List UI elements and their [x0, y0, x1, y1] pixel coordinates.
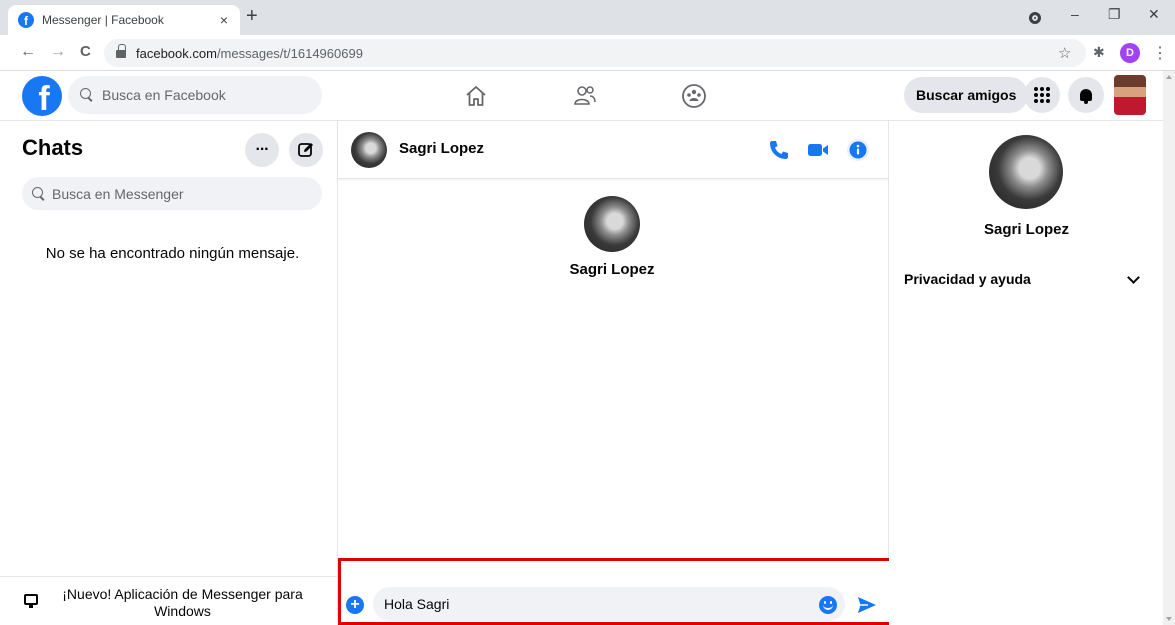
chats-options-button[interactable]: ··· — [245, 133, 279, 167]
facebook-logo-icon[interactable]: f — [22, 76, 62, 116]
home-icon[interactable] — [463, 83, 489, 109]
page-scrollbar[interactable] — [1163, 71, 1175, 625]
new-tab-button[interactable]: + — [246, 6, 258, 26]
contact-info-name: Sagri Lopez — [983, 221, 1069, 238]
plus-icon[interactable]: + — [346, 596, 364, 614]
menu-grid-icon — [1034, 87, 1050, 103]
facebook-favicon-icon: f — [18, 12, 34, 28]
message-input[interactable] — [373, 587, 845, 621]
chrome-media-icon[interactable] — [1029, 12, 1041, 24]
messenger-search-input[interactable]: Busca en Messenger — [22, 177, 322, 210]
url-input[interactable]: facebook.com/messages/t/1614960699 — [104, 39, 1086, 67]
messenger-app-promo[interactable]: ¡Nuevo! Aplicación de Messenger para Win… — [0, 576, 338, 625]
browser-tab-bar: f Messenger | Facebook × + – ❐ ✕ — [0, 0, 1175, 35]
phone-icon[interactable] — [767, 138, 791, 162]
contact-name[interactable]: Sagri Lopez — [399, 140, 484, 157]
tab-close-icon[interactable]: × — [216, 12, 232, 28]
bookmark-star-icon[interactable]: ☆ — [1058, 44, 1071, 62]
chrome-profile-avatar[interactable]: D — [1120, 43, 1140, 63]
notifications-button[interactable] — [1068, 77, 1104, 113]
chats-title: Chats — [22, 135, 84, 160]
contact-avatar[interactable] — [351, 132, 387, 168]
groups-icon[interactable] — [681, 83, 707, 109]
chevron-down-icon[interactable] — [1127, 271, 1140, 284]
lock-icon[interactable] — [116, 44, 126, 58]
new-message-button[interactable] — [289, 133, 323, 167]
conversation-panel: Sagri Lopez Sagri Lopez + — [338, 121, 900, 625]
contact-hero-avatar[interactable] — [584, 196, 640, 252]
video-call-icon[interactable] — [806, 138, 830, 162]
restore-icon[interactable]: ❐ — [1108, 6, 1121, 23]
menu-button[interactable] — [1024, 77, 1060, 113]
browser-address-bar: ← → C facebook.com/messages/t/1614960699… — [0, 35, 1175, 71]
send-icon[interactable] — [856, 594, 878, 616]
facebook-top-bar: f Busca en Facebook Buscar amigos — [0, 71, 1175, 121]
empty-chats-message: No se ha encontrado ningún mensaje. — [45, 245, 300, 262]
privacy-help-section[interactable]: Privacidad y ayuda — [904, 271, 1154, 291]
bell-icon — [1080, 89, 1092, 104]
user-profile-avatar[interactable] — [1114, 75, 1146, 115]
tab-title: Messenger | Facebook — [42, 13, 164, 27]
extensions-icon[interactable]: ✱ — [1093, 44, 1105, 61]
promo-text: ¡Nuevo! Aplicación de Messenger para Win… — [62, 586, 303, 619]
url-host: facebook.com — [136, 45, 217, 61]
reload-icon[interactable]: C — [80, 43, 91, 60]
info-icon[interactable] — [846, 138, 870, 162]
emoji-icon[interactable] — [819, 596, 837, 614]
conversation-header: Sagri Lopez — [338, 121, 889, 179]
browser-tab[interactable]: f Messenger | Facebook × — [8, 5, 240, 35]
find-friends-button[interactable]: Buscar amigos — [904, 77, 1029, 113]
url-text: facebook.com/messages/t/1614960699 — [136, 46, 363, 61]
chrome-menu-icon[interactable]: ⋮ — [1152, 43, 1168, 63]
search-icon — [32, 186, 46, 201]
facebook-search-placeholder: Busca en Facebook — [102, 87, 226, 103]
back-icon[interactable]: ← — [20, 43, 36, 61]
url-path: /messages/t/1614960699 — [216, 45, 363, 61]
facebook-search-input[interactable]: Busca en Facebook — [68, 76, 322, 114]
chats-sidebar: Chats ··· Busca en Messenger No se ha en… — [0, 121, 338, 625]
compose-icon — [298, 143, 313, 157]
minimize-icon[interactable]: – — [1071, 6, 1079, 22]
desktop-app-icon — [24, 594, 38, 608]
forward-icon[interactable]: → — [50, 43, 66, 61]
search-icon — [80, 88, 94, 102]
friends-icon[interactable] — [572, 83, 598, 109]
message-composer: + — [338, 558, 900, 625]
close-window-icon[interactable]: ✕ — [1148, 6, 1160, 23]
privacy-help-label: Privacidad y ayuda — [904, 271, 1031, 287]
contact-hero-name: Sagri Lopez — [569, 261, 655, 278]
messenger-search-placeholder: Busca en Messenger — [52, 185, 184, 202]
contact-info-panel: Sagri Lopez Privacidad y ayuda — [889, 121, 1175, 625]
contact-info-avatar[interactable] — [989, 135, 1063, 209]
